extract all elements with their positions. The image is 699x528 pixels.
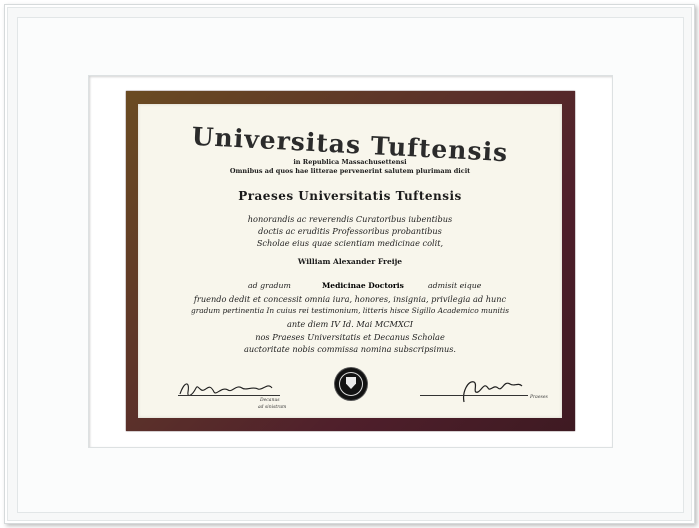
president-caption: Praeses bbox=[530, 395, 548, 400]
text-line: gradum pertinentia In cuius rei testimon… bbox=[190, 306, 510, 315]
diploma-subtitle: in Republica Massachusettensi bbox=[293, 158, 407, 166]
text-line: Scholae eius quae scientiam medicinae co… bbox=[256, 238, 444, 248]
diploma: Universitas Tuftensis in Republica Massa… bbox=[138, 104, 562, 418]
dean-caption: Decanus bbox=[260, 398, 280, 403]
signature-line bbox=[178, 395, 280, 396]
ad-gradum-label: ad gradum bbox=[248, 281, 291, 290]
text-line: fruendo dedit et concessit omnia iura, h… bbox=[193, 294, 507, 304]
praeses-heading: Praeses Universitatis Tuftensis bbox=[238, 189, 462, 203]
text-line: nos Praeses Universitatis et Decanus Sch… bbox=[255, 332, 445, 342]
text-line: auctoritate nobis commissa nomina subscr… bbox=[243, 344, 457, 354]
recipient-name: William Alexander Freije bbox=[297, 257, 403, 266]
university-seal-icon bbox=[335, 368, 367, 400]
dean-caption-2: ad sinistram bbox=[258, 405, 287, 410]
text-line: honorandis ac reverendis Curatoribus iub… bbox=[247, 214, 453, 224]
degree-name: Medicinae Doctoris bbox=[322, 281, 404, 290]
diploma-motto: Omnibus ad quos hae litterae pervenerint… bbox=[229, 167, 471, 175]
admisit-label: admisit eique bbox=[428, 281, 482, 290]
signature-line bbox=[420, 395, 528, 396]
text-line: doctis ac eruditis Professoribus probant… bbox=[258, 226, 442, 236]
date-line: ante diem IV Id. Mai MCMXCI bbox=[286, 319, 414, 329]
president-signature bbox=[463, 381, 523, 403]
